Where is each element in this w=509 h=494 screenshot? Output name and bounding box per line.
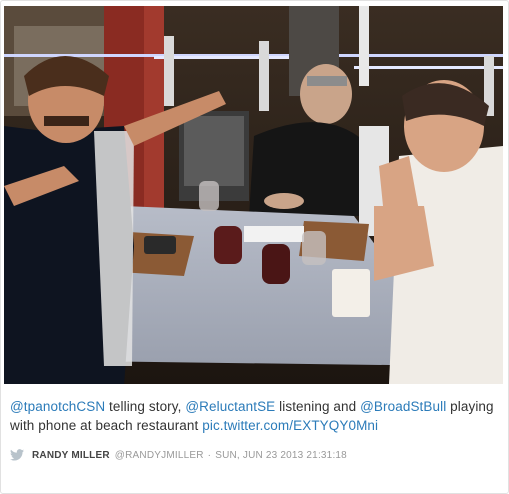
author-name[interactable]: RANDY MILLER	[32, 450, 110, 461]
tweet-text-segment: telling story,	[105, 399, 186, 414]
pic-link[interactable]: pic.twitter.com/EXTYQY0Mni	[202, 418, 378, 433]
mention-link[interactable]: @ReluctantSE	[185, 399, 275, 414]
tweet-timestamp[interactable]: SUN, JUN 23 2013 21:31:18	[215, 450, 347, 461]
mention-link[interactable]: @tpanotchCSN	[10, 399, 105, 414]
tweet-photo[interactable]	[4, 6, 503, 384]
tweet-card: @tpanotchCSN telling story, @ReluctantSE…	[0, 0, 509, 494]
tweet-meta: RANDY MILLER @RANDYJMILLER · SUN, JUN 23…	[10, 448, 347, 462]
tweet-text: @tpanotchCSN telling story, @ReluctantSE…	[10, 397, 498, 435]
tweet-text-segment: listening and	[275, 399, 361, 414]
twitter-bird-icon[interactable]	[10, 449, 24, 461]
meta-separator: ·	[207, 449, 212, 461]
restaurant-photo-image	[4, 6, 503, 384]
author-handle[interactable]: @RANDYJMILLER	[115, 450, 204, 461]
mention-link[interactable]: @BroadStBull	[360, 399, 446, 414]
